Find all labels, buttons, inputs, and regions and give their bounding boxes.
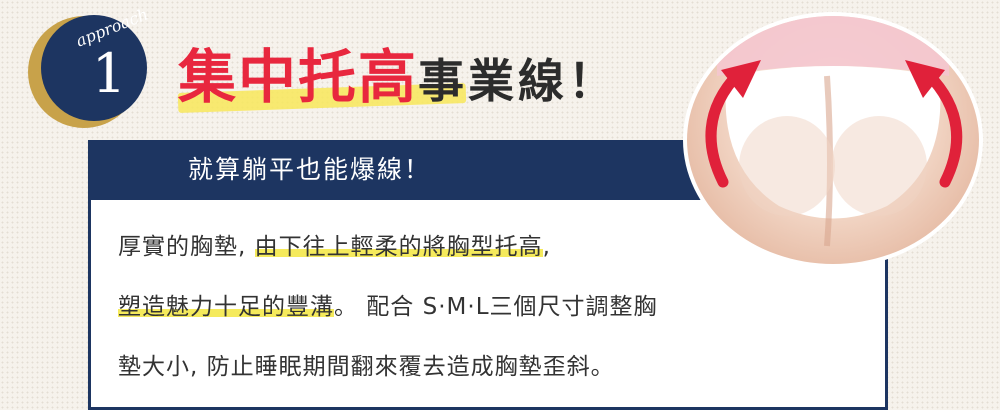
body-line-2-highlight: 塑造魅力十足的豐溝 — [118, 294, 334, 320]
body-line-1-post: , — [542, 234, 551, 260]
product-photo — [683, 12, 983, 268]
body-line-3-pre: 墊大小, 防止睡眠期間翻來覆去造成胸墊歪斜。 — [118, 354, 615, 380]
lift-arrows — [705, 60, 963, 188]
curved-red-arrow-icon-right — [905, 60, 963, 188]
title-main: 集中托高 — [178, 43, 419, 111]
body-line-1-pre: 厚實的胸墊, — [118, 234, 255, 260]
badge-number: 1 — [91, 42, 127, 105]
approach-badge: approach 1 — [22, 4, 157, 130]
curved-red-arrow-icon-left — [705, 60, 761, 188]
title-sub: 事業線！ — [418, 54, 619, 108]
body-line-3: 墊大小, 防止睡眠期間翻來覆去造成胸墊歪斜。 — [118, 337, 878, 397]
body-line-2-post: 。 配合 S·M·L三個尺寸調整胸 — [334, 294, 658, 320]
body-line-1-highlight: 由下往上輕柔的將胸型托高 — [254, 234, 543, 260]
body-line-2: 塑造魅力十足的豐溝。 配合 S·M·L三個尺寸調整胸 — [118, 277, 878, 337]
section-title: 集中托高事業線！ — [177, 30, 619, 114]
